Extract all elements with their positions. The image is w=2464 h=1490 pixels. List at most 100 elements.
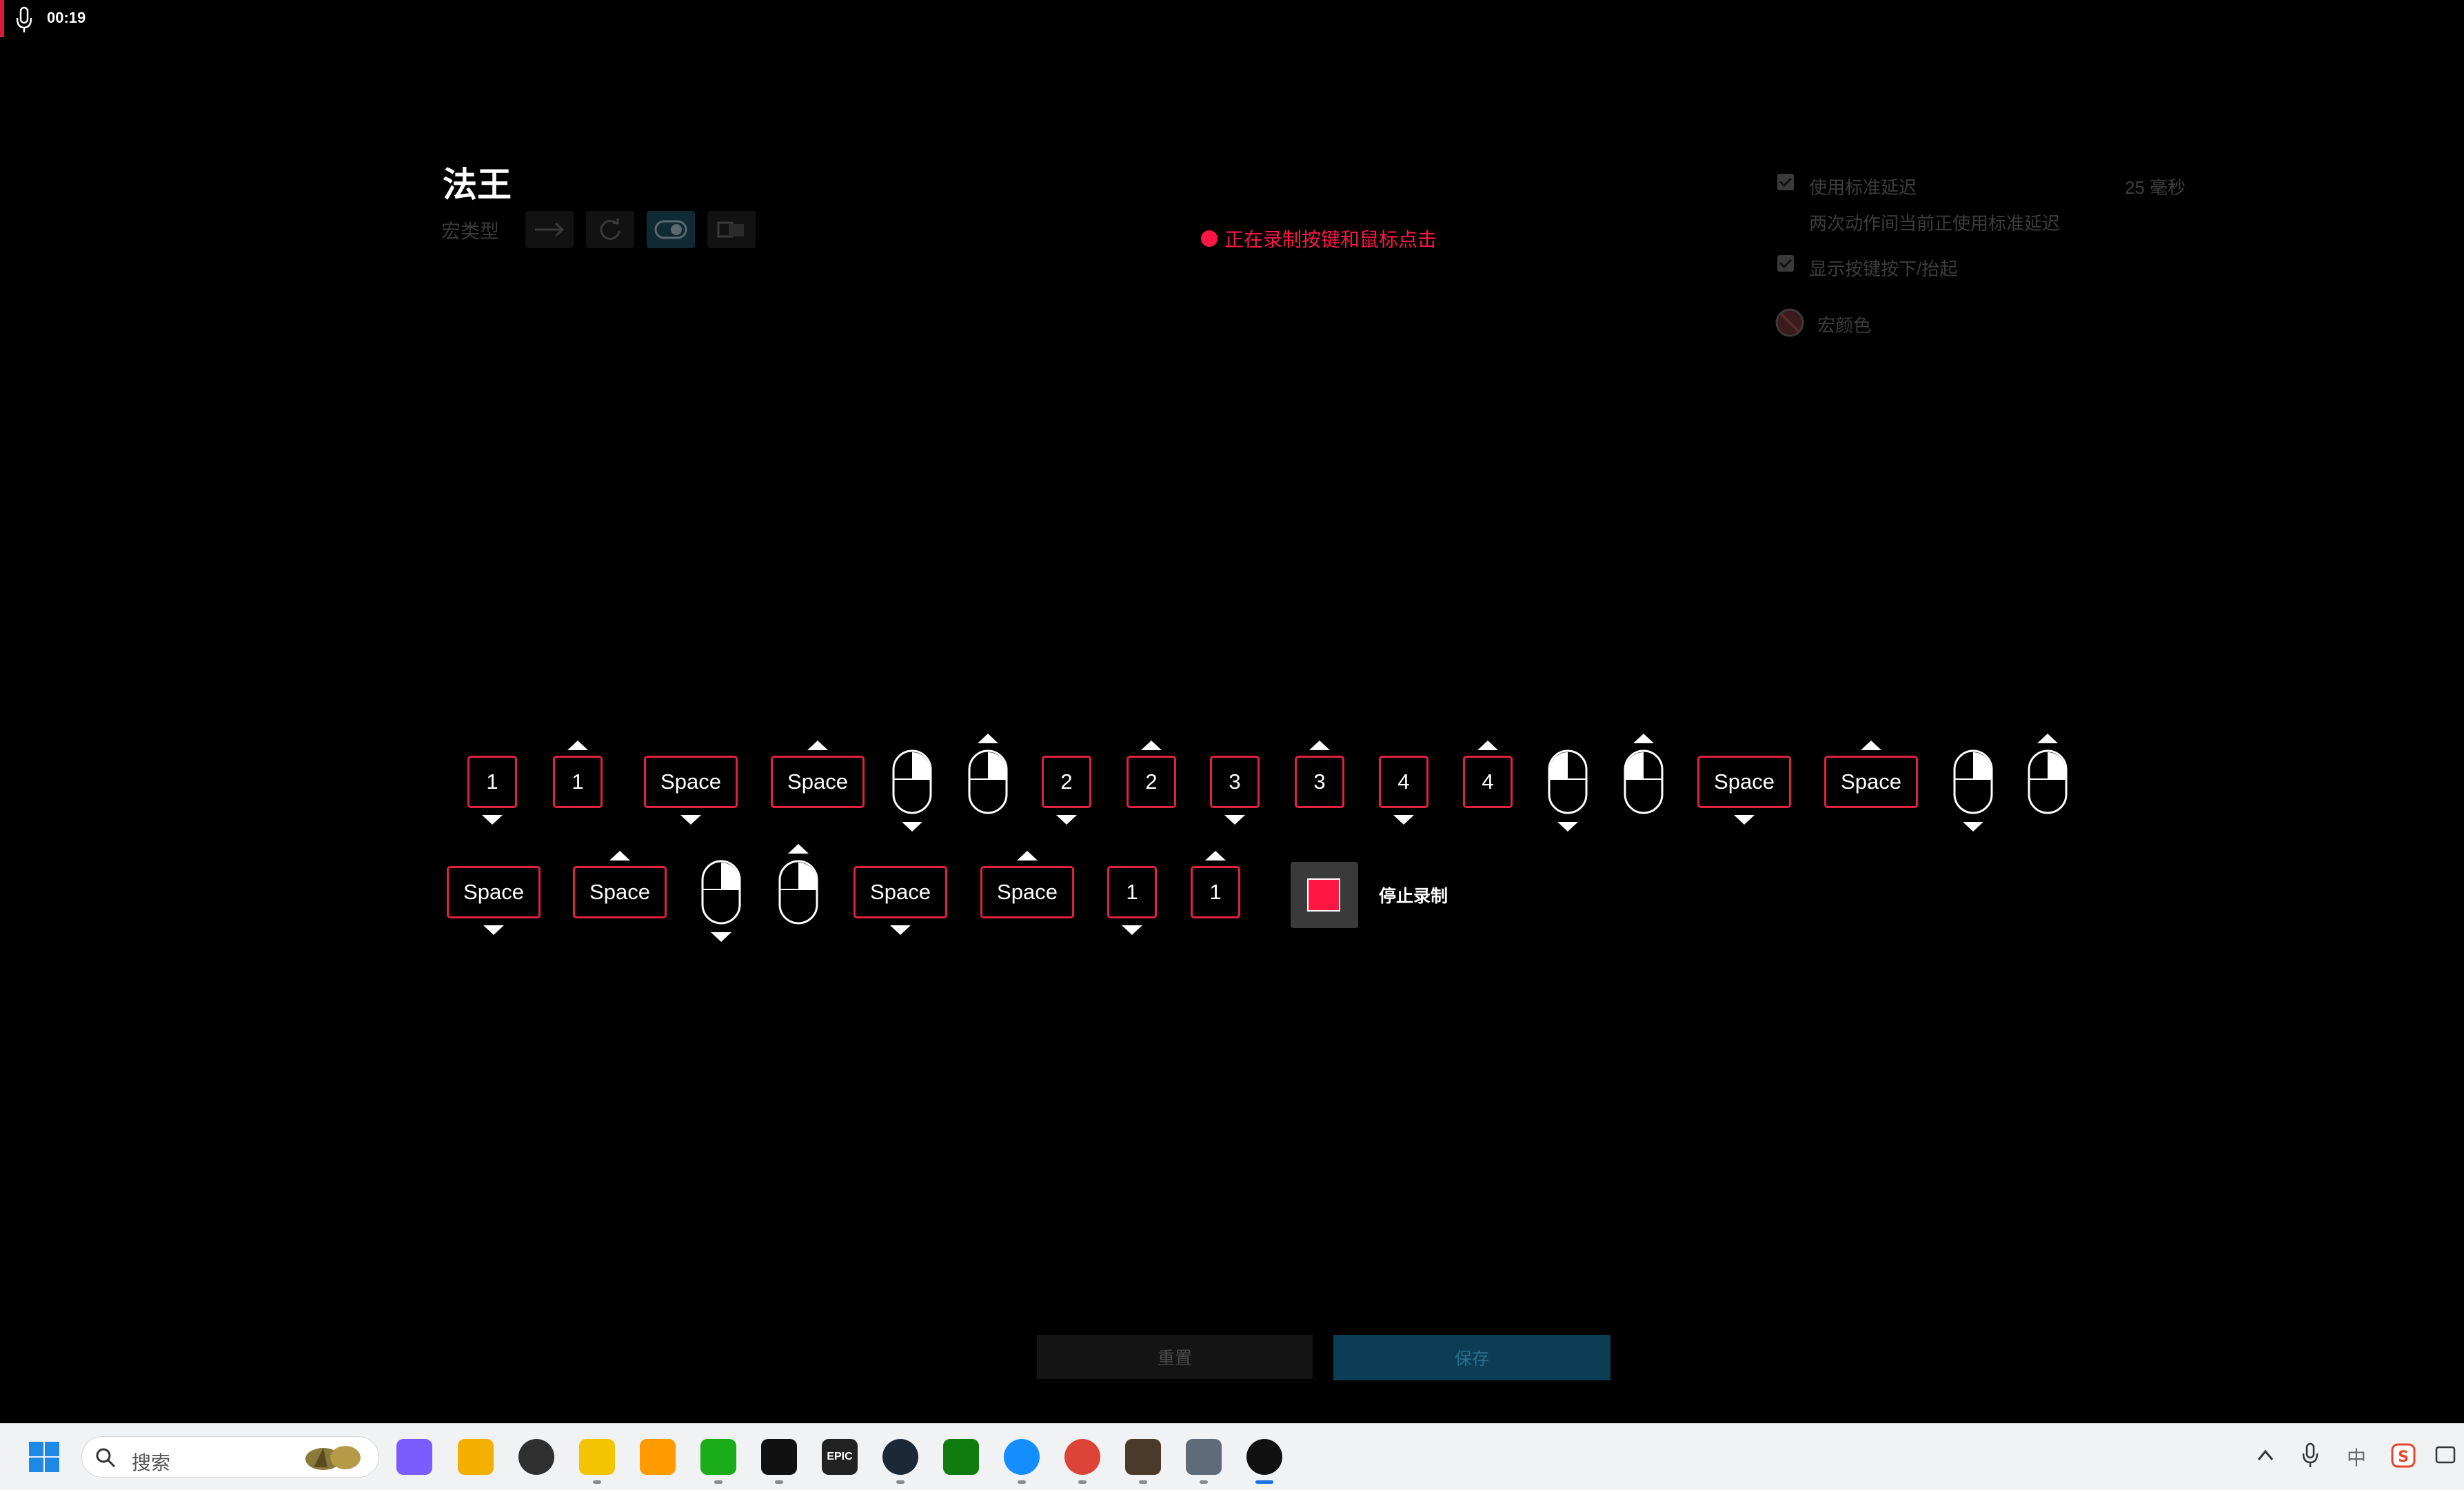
key-3[interactable]: 3 <box>1210 756 1260 808</box>
stop-recording-label[interactable]: 停止录制 <box>1379 883 1448 907</box>
key-up-arrow-icon <box>1633 734 1654 743</box>
key-4[interactable]: 4 <box>1463 756 1513 808</box>
key-space[interactable]: Space <box>771 756 865 808</box>
microphone-icon <box>16 6 32 32</box>
copilot-icon[interactable] <box>396 1439 432 1475</box>
logitech-g-hub-icon[interactable] <box>1246 1439 1282 1475</box>
key-up-arrow-icon <box>1477 741 1498 750</box>
app-running-indicator <box>775 1480 783 1484</box>
mouse-right-click-icon[interactable] <box>967 749 1009 818</box>
key-1[interactable]: 1 <box>1107 866 1157 918</box>
app-running-indicator <box>593 1480 601 1484</box>
mouse-right-click-icon[interactable] <box>700 859 742 929</box>
save-button[interactable]: 保存 <box>1333 1335 1610 1380</box>
key-space[interactable]: Space <box>447 866 541 918</box>
key-1[interactable]: 1 <box>467 756 517 808</box>
toggle-icon <box>654 220 687 239</box>
key-up-arrow-icon <box>609 851 630 860</box>
standard-delay-value: 25 毫秒 <box>2125 177 2186 198</box>
key-space[interactable]: Space <box>1697 756 1791 808</box>
epic-games-icon[interactable]: EPIC <box>822 1439 858 1475</box>
key-up-arrow-icon <box>1861 741 1881 750</box>
mouse-right-click-icon[interactable] <box>891 749 933 818</box>
search-icon <box>96 1448 116 1468</box>
microphone-icon[interactable] <box>2301 1442 2319 1469</box>
ubisoft-icon[interactable] <box>518 1439 554 1475</box>
key-space[interactable]: Space <box>573 866 667 918</box>
taskbar-search[interactable]: 搜索 <box>81 1436 379 1478</box>
mouse-left-click-icon[interactable] <box>1547 749 1588 818</box>
key-down-arrow-icon <box>1056 815 1077 825</box>
key-space[interactable]: Space <box>854 866 947 918</box>
key-2[interactable]: 2 <box>1042 756 1091 808</box>
macro-type-hold-button[interactable] <box>707 211 756 248</box>
recording-status-text: 正在录制按键和鼠标点击 <box>1224 229 1437 250</box>
standard-delay-label: 使用标准延迟 <box>1809 177 1917 198</box>
key-2[interactable]: 2 <box>1127 756 1176 808</box>
xbox-icon[interactable] <box>943 1439 979 1475</box>
key-1[interactable]: 1 <box>1191 866 1240 918</box>
key-down-arrow-icon <box>711 932 731 942</box>
macro-type-repeat-button[interactable] <box>586 211 634 248</box>
no-color-icon[interactable] <box>1775 308 1805 338</box>
battlenet-icon[interactable] <box>1004 1439 1040 1475</box>
settings-icon[interactable] <box>1186 1439 1222 1475</box>
qq-icon[interactable] <box>761 1439 797 1475</box>
key-down-arrow-icon <box>482 815 503 825</box>
key-up-arrow-icon <box>788 844 809 854</box>
repeat-icon <box>600 219 620 240</box>
macro-type-toggle-button[interactable] <box>647 211 695 248</box>
mouse-right-click-icon[interactable] <box>1952 749 1994 818</box>
app-running-indicator <box>714 1480 723 1484</box>
key-up-arrow-icon <box>1205 851 1226 860</box>
key-down-arrow-icon <box>1734 815 1755 825</box>
key-down-arrow-icon <box>1393 815 1414 825</box>
recording-dot-icon <box>1201 230 1218 247</box>
key-down-arrow-icon <box>483 925 504 935</box>
search-placeholder: 搜索 <box>132 1452 171 1473</box>
notification-icon[interactable] <box>2434 1443 2458 1468</box>
note-icon[interactable] <box>640 1439 676 1475</box>
key-3[interactable]: 3 <box>1295 756 1344 808</box>
key-up-arrow-icon <box>2037 734 2058 743</box>
hold-icon <box>717 221 744 238</box>
key-down-arrow-icon <box>1122 925 1142 935</box>
system-tray: 中 S <box>2243 1424 2464 1490</box>
mouse-left-click-icon[interactable] <box>1623 749 1664 818</box>
qq-music-icon[interactable] <box>579 1439 615 1475</box>
standard-delay-checkbox[interactable] <box>1777 174 1794 190</box>
key-up-arrow-icon <box>1141 741 1162 750</box>
chrome-icon[interactable] <box>1064 1439 1100 1475</box>
stop-icon <box>1307 878 1340 912</box>
recording-status: 正在录制按键和鼠标点击 <box>1201 225 1437 252</box>
key-1[interactable]: 1 <box>553 756 603 808</box>
app-running-indicator <box>1078 1480 1087 1484</box>
key-space[interactable]: Space <box>980 866 1074 918</box>
file-explorer-icon[interactable] <box>458 1439 494 1475</box>
show-keys-checkbox[interactable] <box>1777 255 1794 272</box>
reset-button[interactable]: 重置 <box>1037 1335 1313 1379</box>
wechat-icon[interactable] <box>700 1439 736 1475</box>
macro-type-once-button[interactable] <box>525 211 574 248</box>
steam-icon[interactable] <box>882 1439 918 1475</box>
macro-color-label: 宏颜色 <box>1817 315 1872 336</box>
key-space[interactable]: Space <box>644 756 738 808</box>
ime-icon[interactable]: 中 <box>2347 1443 2366 1471</box>
mouse-right-click-icon[interactable] <box>2027 749 2068 818</box>
windows-start-icon[interactable] <box>28 1440 61 1473</box>
key-space[interactable]: Space <box>1824 756 1918 808</box>
sogou-icon[interactable]: S <box>2390 1442 2417 1469</box>
standard-delay-desc: 两次动作间当前正使用标准延迟 <box>1809 213 2061 234</box>
key-4[interactable]: 4 <box>1379 756 1428 808</box>
stop-recording-button[interactable] <box>1291 862 1358 928</box>
app-running-indicator <box>1255 1480 1273 1484</box>
search-highlight-image <box>305 1446 361 1470</box>
mouse-right-click-icon[interactable] <box>778 859 819 929</box>
recording-time: 00:19 <box>47 9 86 26</box>
diablo-icon[interactable] <box>1125 1439 1161 1475</box>
app-running-indicator <box>1139 1480 1147 1484</box>
macro-type-label: 宏类型 <box>441 221 500 242</box>
key-down-arrow-icon <box>1963 822 1983 832</box>
chevron-up-icon[interactable] <box>2256 1447 2275 1464</box>
key-down-arrow-icon <box>1224 815 1245 825</box>
